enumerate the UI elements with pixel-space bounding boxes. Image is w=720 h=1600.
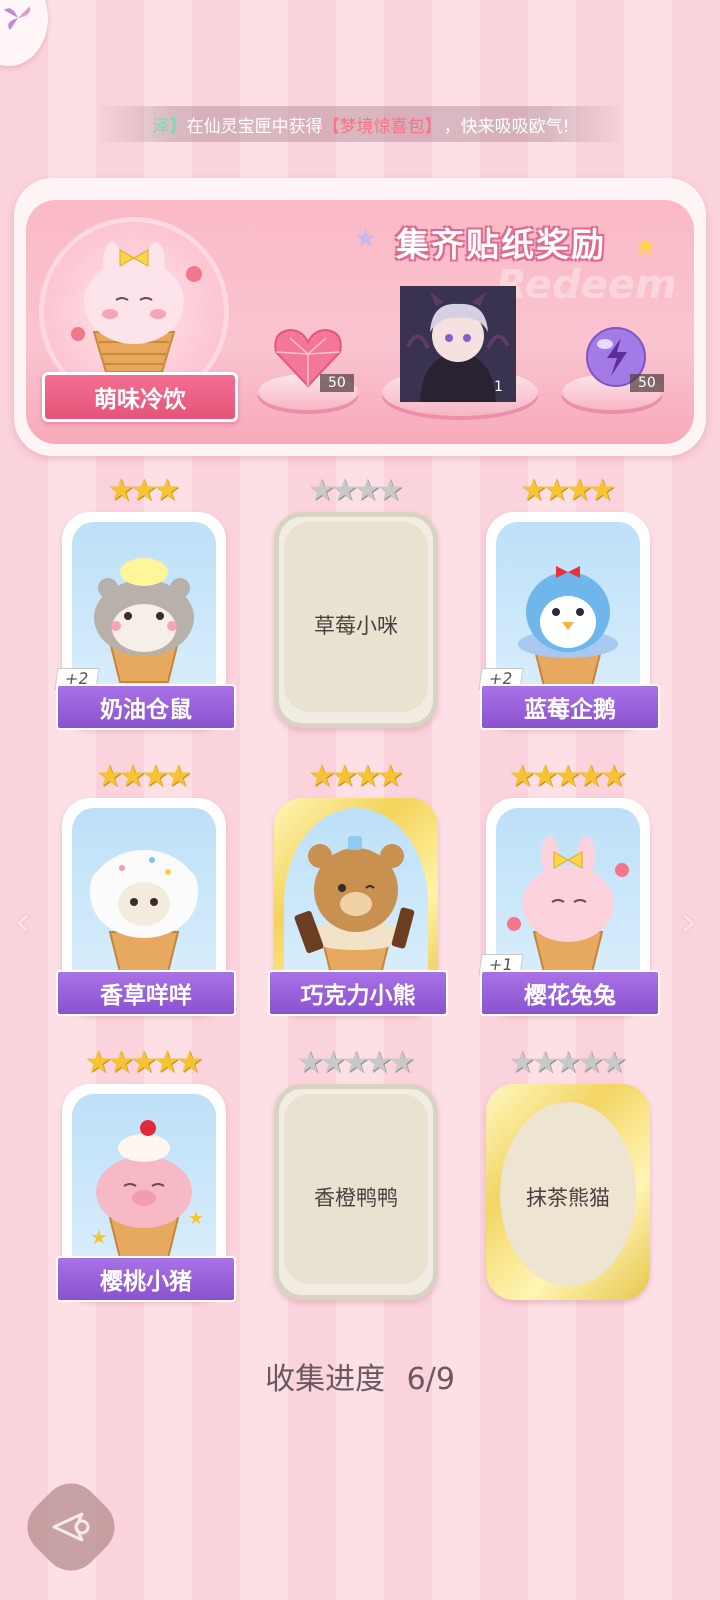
sticker-card-hamster[interactable]: +2 奶油仓鼠 ★★★: [54, 476, 236, 730]
star-icon: ★: [376, 759, 404, 794]
progress-label: 收集进度: [265, 1362, 386, 1397]
banner-title-area: ★ 集齐贴纸奖励 ★: [354, 214, 666, 268]
card-name: 蓝莓企鹅: [480, 684, 660, 730]
reward-count: 50: [320, 374, 354, 392]
star-icon: ★: [164, 759, 192, 794]
ticker-player-name: 泽】: [152, 116, 187, 137]
star-icon: ★: [376, 473, 404, 508]
star-deco-icon: ★: [354, 224, 378, 254]
rarity-stars: ★★★★★: [486, 1048, 650, 1078]
pinwheel-icon: [4, 6, 31, 30]
svg-text:★: ★: [188, 1208, 204, 1229]
next-page-arrow-icon[interactable]: ›: [680, 896, 698, 947]
card-name: 樱桃小猪: [56, 1256, 236, 1302]
card-name: 奶油仓鼠: [56, 684, 236, 730]
menu-button[interactable]: [0, 0, 48, 66]
card-name: 草莓小咪: [314, 614, 398, 638]
back-button[interactable]: [15, 1471, 127, 1583]
reward-gem[interactable]: 50: [270, 322, 354, 392]
announcement-ticker: 泽】 在仙灵宝匣中获得 【梦境惊喜包】 ，快来吸吸欧气!: [96, 106, 626, 142]
rarity-stars: ★★★★: [486, 476, 650, 506]
star-icon: ★: [388, 1045, 416, 1080]
rarity-stars: ★★★★★: [274, 1048, 438, 1078]
rarity-stars: ★★★★: [274, 476, 438, 506]
banner-watermark: Redeem: [496, 262, 677, 308]
ticker-message: 在仙灵宝匣中获得: [186, 116, 323, 137]
star-icon: ★: [600, 1045, 628, 1080]
reward-orb[interactable]: 50: [578, 322, 664, 392]
sticker-card-pig[interactable]: ★ ★ 樱桃小猪 ★★★★★: [56, 1048, 236, 1302]
rarity-stars: ★★★★: [274, 762, 438, 792]
back-arrow-icon: [52, 1512, 90, 1542]
progress-value: 6/9: [406, 1362, 455, 1397]
sticker-card-orange-duck[interactable]: 香橙鸭鸭 ★★★★★: [274, 1048, 438, 1300]
star-icon: ★: [588, 473, 616, 508]
card-name: 巧克力小熊: [268, 970, 448, 1016]
rarity-stars: ★★★★: [62, 762, 226, 792]
star-icon: ★: [153, 473, 181, 508]
svg-text:★: ★: [90, 1225, 108, 1249]
sticker-card-penguin[interactable]: +2 蓝莓企鹅 ★★★★: [478, 476, 660, 730]
card-name: 抹茶熊猫: [526, 1186, 610, 1210]
reward-count: 1: [494, 379, 503, 395]
sticker-card-matcha-panda[interactable]: 抹茶熊猫 ★★★★★: [486, 1048, 650, 1300]
card-name: 香橙鸭鸭: [314, 1186, 398, 1210]
star-icon: ★: [176, 1045, 204, 1080]
ticker-item-name: 【梦境惊喜包】: [322, 116, 442, 137]
card-name: 樱花兔兔: [480, 970, 660, 1016]
collection-progress: 收集进度 6/9: [0, 1354, 720, 1398]
sticker-card-bear[interactable]: 巧克力小熊 ★★★★: [268, 762, 448, 1016]
star-icon: ★: [600, 759, 628, 794]
rarity-stars: ★★★: [62, 476, 226, 506]
rarity-stars: ★★★★★: [62, 1048, 226, 1078]
series-label: 萌味冷饮: [42, 372, 238, 422]
sticker-card-strawberry-cat[interactable]: 草莓小咪 ★★★★: [274, 476, 438, 728]
sticker-card-bunny[interactable]: +1 樱花兔兔 ★★★★★: [478, 762, 660, 1016]
reward-count: 50: [630, 374, 664, 392]
banner-title: 集齐贴纸奖励: [396, 225, 606, 264]
ticker-tail: ，快来吸吸欧气!: [443, 116, 570, 137]
sticker-card-sheep[interactable]: 香草咩咩 ★★★★: [56, 762, 236, 1016]
card-name: 香草咩咩: [56, 970, 236, 1016]
rarity-stars: ★★★★★: [486, 762, 650, 792]
star-deco-icon: ★: [634, 232, 658, 262]
prev-page-arrow-icon[interactable]: ‹: [14, 896, 32, 947]
reward-character[interactable]: 1: [400, 286, 516, 402]
